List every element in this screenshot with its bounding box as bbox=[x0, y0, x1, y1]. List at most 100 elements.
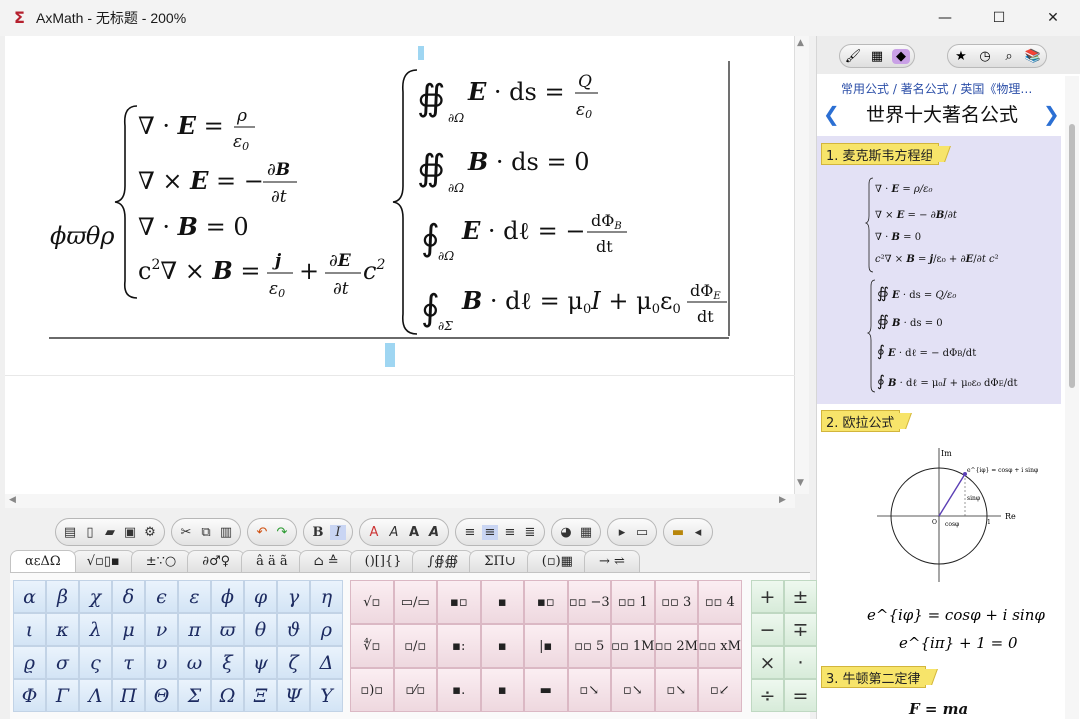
greek-letter-button[interactable]: Δ bbox=[310, 646, 343, 679]
search-icon[interactable]: ⌕ bbox=[1000, 49, 1018, 64]
greek-letter-button[interactable]: ω bbox=[178, 646, 211, 679]
operator-button[interactable]: = bbox=[784, 679, 817, 712]
template-button[interactable]: ▫▫ 3 bbox=[654, 580, 698, 624]
save-icon[interactable]: ▣ bbox=[122, 525, 138, 540]
align-center-icon[interactable]: ≡ bbox=[482, 524, 498, 540]
template-button[interactable]: ▫↘ bbox=[654, 668, 698, 712]
template-button[interactable]: ▪ bbox=[480, 668, 524, 712]
greek-letter-button[interactable]: ξ bbox=[211, 646, 244, 679]
minimize-button[interactable]: — bbox=[918, 0, 972, 36]
template-button[interactable]: ▫/▫ bbox=[393, 624, 437, 668]
new-file-icon[interactable]: ▯ bbox=[82, 525, 98, 540]
tab-sums[interactable]: ΣΠ∪ bbox=[469, 550, 531, 572]
operator-button[interactable]: − bbox=[751, 613, 784, 646]
greek-letter-button[interactable]: ρ bbox=[310, 613, 343, 646]
editor-vertical-scrollbar[interactable]: ▲ ▼ bbox=[795, 36, 809, 494]
history-clock-icon[interactable]: ◷ bbox=[976, 49, 994, 64]
greek-letter-button[interactable]: Ψ bbox=[277, 679, 310, 712]
greek-letter-button[interactable]: π bbox=[178, 613, 211, 646]
greek-letter-button[interactable]: α bbox=[13, 580, 46, 613]
color-grid-icon[interactable]: ▦ bbox=[578, 525, 594, 540]
tab-radicals[interactable]: √▫▯▪ bbox=[71, 550, 135, 572]
font-bold-a-icon[interactable]: A bbox=[406, 525, 422, 540]
palette-grid-icon[interactable]: ▦ bbox=[868, 49, 886, 64]
scroll-down-icon[interactable]: ▼ bbox=[797, 478, 804, 488]
template-button[interactable]: ▫▫ 5 bbox=[567, 624, 611, 668]
tab-greek[interactable]: αεΔΩ bbox=[10, 550, 76, 572]
library-scrollbar[interactable] bbox=[1065, 76, 1079, 719]
greek-letter-button[interactable]: Λ bbox=[79, 679, 112, 712]
template-button[interactable]: ▪ bbox=[480, 624, 524, 668]
greek-letter-button[interactable]: κ bbox=[46, 613, 79, 646]
template-button[interactable]: ▬ bbox=[524, 668, 568, 712]
template-button[interactable]: ▪ bbox=[480, 580, 524, 624]
template-button[interactable]: ▫▫ −3 bbox=[567, 580, 611, 624]
align-right-icon[interactable]: ≡ bbox=[502, 525, 518, 540]
scroll-left-icon[interactable]: ◀ bbox=[9, 495, 16, 505]
greek-letter-button[interactable]: ϵ bbox=[145, 580, 178, 613]
font-bold-italic-a-icon[interactable]: A bbox=[426, 525, 442, 540]
settings-gear-icon[interactable]: ⚙ bbox=[142, 525, 158, 540]
tab-brackets[interactable]: ()[]{} bbox=[349, 550, 417, 572]
library-scroll-thumb[interactable] bbox=[1069, 124, 1075, 388]
greek-letter-button[interactable]: ν bbox=[145, 613, 178, 646]
operator-button[interactable]: ∓ bbox=[784, 613, 817, 646]
tab-matrices[interactable]: (▫)▦ bbox=[526, 550, 588, 572]
undo-icon[interactable]: ↶ bbox=[254, 525, 270, 540]
operator-button[interactable]: × bbox=[751, 646, 784, 679]
template-button[interactable]: ▫▫ 2M bbox=[654, 624, 698, 668]
play-icon[interactable]: ▸ bbox=[614, 525, 630, 540]
tab-misc[interactable]: ∂♂♀ bbox=[187, 550, 246, 572]
template-button[interactable]: ▪▫ bbox=[524, 580, 568, 624]
maxwell-preview[interactable]: ∇ · E = ρ/ε₀ ∇ × E = − ∂B/∂t ∇ · B = 0 c… bbox=[817, 136, 1061, 404]
greek-letter-button[interactable]: ς bbox=[79, 646, 112, 679]
close-button[interactable]: ✕ bbox=[1026, 0, 1080, 36]
greek-letter-button[interactable]: Ω bbox=[211, 679, 244, 712]
template-button[interactable]: |▪ bbox=[524, 624, 568, 668]
next-page-button[interactable]: ❯ bbox=[1043, 102, 1060, 126]
section-label-euler[interactable]: 2. 欧拉公式 bbox=[821, 410, 900, 432]
greek-letter-button[interactable]: ι bbox=[13, 613, 46, 646]
breadcrumb[interactable]: 常用公式 / 著名公式 / 英国《物理… bbox=[841, 80, 1032, 97]
greek-letter-button[interactable]: Σ bbox=[178, 679, 211, 712]
template-button[interactable]: ▫⁄▫ bbox=[393, 668, 437, 712]
template-button[interactable]: ▪: bbox=[437, 624, 481, 668]
tab-operators[interactable]: ±∵○ bbox=[130, 550, 192, 572]
greek-letter-button[interactable]: ϕ bbox=[211, 580, 244, 613]
greek-letter-button[interactable]: ε bbox=[178, 580, 211, 613]
greek-letter-button[interactable]: δ bbox=[112, 580, 145, 613]
greek-letter-button[interactable]: φ bbox=[244, 580, 277, 613]
template-button[interactable]: ▫▫ 1 bbox=[611, 580, 655, 624]
template-button[interactable]: ▫↙ bbox=[698, 668, 742, 712]
maximize-button[interactable]: ☐ bbox=[972, 0, 1026, 36]
favorite-star-icon[interactable]: ★ bbox=[952, 49, 970, 64]
greek-letter-button[interactable]: τ bbox=[112, 646, 145, 679]
template-button[interactable]: √▫ bbox=[350, 580, 394, 624]
redo-icon[interactable]: ↷ bbox=[274, 525, 290, 540]
euler-preview[interactable]: Re Im e^{iφ} = cosφ + i sinφ sinφ cosφ O… bbox=[817, 406, 1061, 660]
tab-accents[interactable]: â ä ã bbox=[241, 550, 303, 572]
greek-letter-button[interactable]: ψ bbox=[244, 646, 277, 679]
cut-icon[interactable]: ✂ bbox=[178, 525, 194, 540]
bookmark-icon[interactable]: ◆ bbox=[892, 48, 910, 64]
greek-letter-button[interactable]: Υ bbox=[310, 679, 343, 712]
operator-button[interactable]: ± bbox=[784, 580, 817, 613]
template-button[interactable]: ▫)▫ bbox=[350, 668, 394, 712]
font-color-icon[interactable]: A bbox=[366, 525, 382, 540]
menu-icon[interactable]: ▤ bbox=[62, 525, 78, 540]
operator-button[interactable]: ÷ bbox=[751, 679, 784, 712]
copy-icon[interactable]: ⧉ bbox=[198, 525, 214, 540]
scroll-up-icon[interactable]: ▲ bbox=[797, 38, 804, 48]
greek-letter-button[interactable]: β bbox=[46, 580, 79, 613]
paste-icon[interactable]: ▥ bbox=[218, 525, 234, 540]
template-button[interactable]: ▫↘ bbox=[567, 668, 611, 712]
italic-icon[interactable]: I bbox=[330, 524, 346, 540]
editor-horizontal-scrollbar[interactable]: ◀ ▶ bbox=[5, 494, 795, 508]
section-label-newton[interactable]: 3. 牛顿第二定律 bbox=[821, 666, 926, 688]
template-button[interactable]: ▫↘ bbox=[611, 668, 655, 712]
greek-letter-button[interactable]: γ bbox=[277, 580, 310, 613]
scroll-right-icon[interactable]: ▶ bbox=[779, 495, 786, 505]
greek-letter-button[interactable]: ϑ bbox=[277, 613, 310, 646]
greek-letter-button[interactable]: Ξ bbox=[244, 679, 277, 712]
books-icon[interactable]: 📚 bbox=[1024, 49, 1042, 64]
